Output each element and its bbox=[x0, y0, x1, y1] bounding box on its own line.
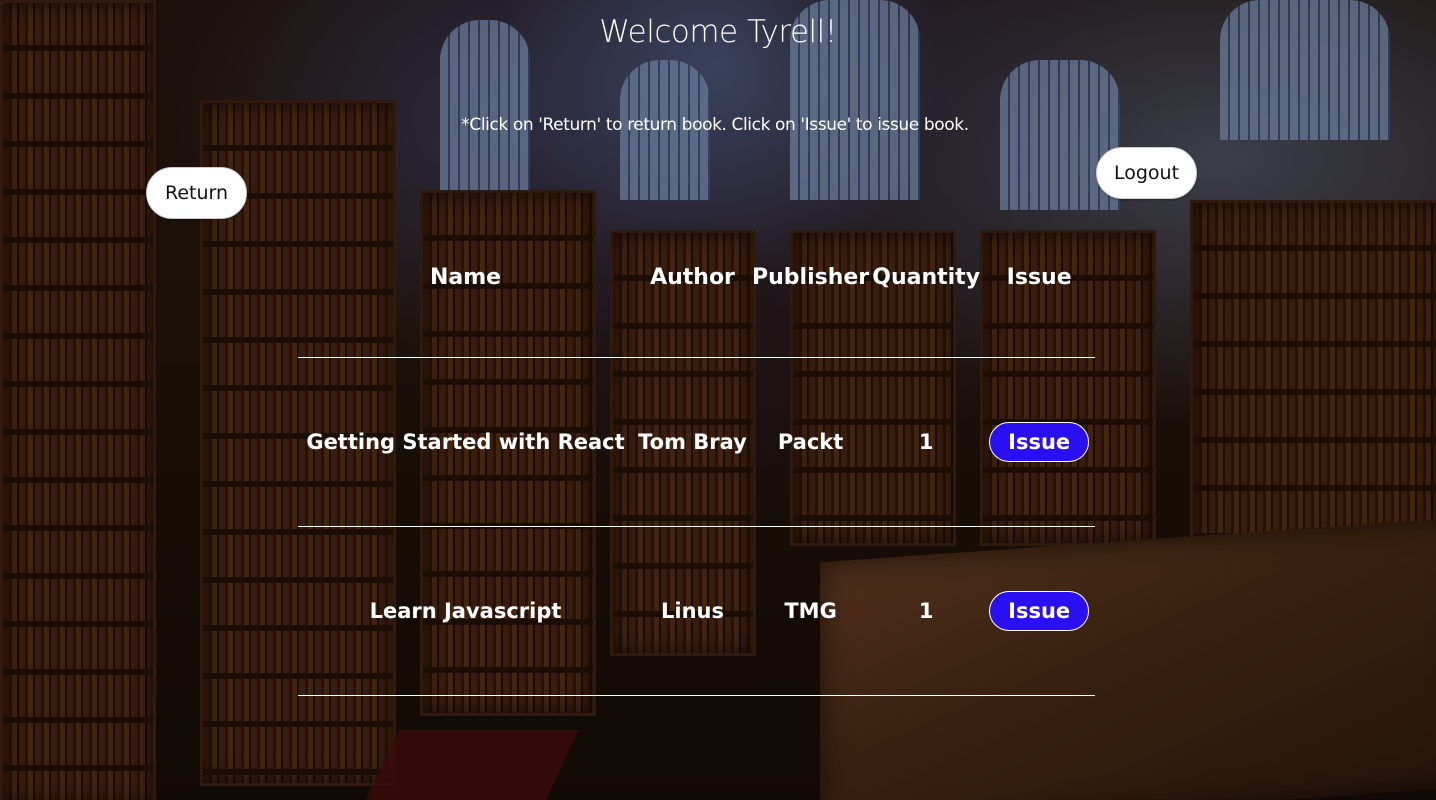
welcome-heading: Welcome Tyrell! bbox=[599, 14, 837, 50]
table-row: Getting Started with React Tom Bray Pack… bbox=[298, 357, 1096, 527]
book-author-cell: Linus bbox=[633, 526, 752, 696]
column-header-quantity: Quantity bbox=[869, 240, 984, 358]
book-quantity-cell: 1 bbox=[869, 526, 984, 696]
logout-button[interactable]: Logout bbox=[1096, 147, 1197, 199]
book-publisher-cell: TMG bbox=[752, 526, 870, 696]
column-header-name: Name bbox=[298, 240, 633, 358]
issue-button[interactable]: Issue bbox=[989, 421, 1090, 462]
column-header-issue: Issue bbox=[983, 240, 1096, 358]
book-author-cell: Tom Bray bbox=[633, 357, 752, 527]
book-issue-cell: Issue bbox=[983, 357, 1096, 527]
main-content: Welcome Tyrell! *Click on 'Return' to re… bbox=[0, 0, 1436, 800]
book-name-cell: Learn Javascript bbox=[298, 526, 633, 696]
issue-button[interactable]: Issue bbox=[989, 590, 1090, 631]
instructions-text: *Click on 'Return' to return book. Click… bbox=[461, 115, 969, 135]
book-quantity-cell: 1 bbox=[869, 357, 984, 527]
table-header-row: Name Author Publisher Quantity Issue bbox=[298, 240, 1096, 358]
books-table: Name Author Publisher Quantity Issue Get… bbox=[298, 240, 1096, 696]
table-row: Learn Javascript Linus TMG 1 Issue bbox=[298, 526, 1096, 696]
book-publisher-cell: Packt bbox=[752, 357, 870, 527]
column-header-publisher: Publisher bbox=[752, 240, 870, 358]
return-button[interactable]: Return bbox=[146, 167, 247, 219]
book-issue-cell: Issue bbox=[983, 526, 1096, 696]
book-name-cell: Getting Started with React bbox=[298, 357, 633, 527]
column-header-author: Author bbox=[633, 240, 752, 358]
